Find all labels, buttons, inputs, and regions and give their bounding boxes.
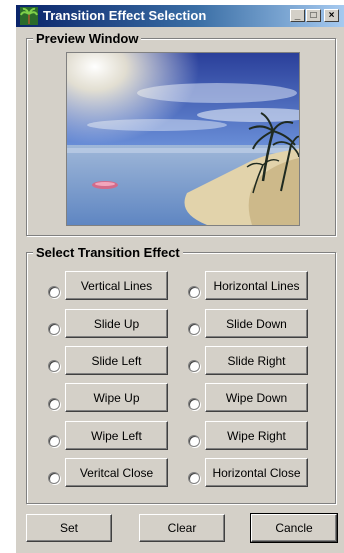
radio-vertical-lines[interactable] — [48, 286, 60, 298]
horizontal-lines-button[interactable]: Horizontal Lines — [205, 271, 308, 300]
radio-horizontal-close[interactable] — [188, 472, 200, 484]
transition-effect-window: Transition Effect Selection _ □ × Previe… — [16, 5, 344, 553]
slide-right-button[interactable]: Slide Right — [205, 346, 308, 375]
vertical-lines-button[interactable]: Vertical Lines — [65, 271, 168, 300]
slide-up-button[interactable]: Slide Up — [65, 309, 168, 338]
wipe-down-button[interactable]: Wipe Down — [205, 383, 308, 412]
radio-wipe-right[interactable] — [188, 435, 200, 447]
radio-slide-down[interactable] — [188, 323, 200, 335]
wipe-up-button[interactable]: Wipe Up — [65, 383, 168, 412]
vertical-close-button[interactable]: Veritcal Close — [65, 458, 168, 487]
preview-image — [66, 52, 300, 226]
radio-horizontal-lines[interactable] — [188, 286, 200, 298]
slide-left-button[interactable]: Slide Left — [65, 346, 168, 375]
title-bar[interactable]: Transition Effect Selection _ □ × — [16, 5, 344, 27]
radio-slide-right[interactable] — [188, 360, 200, 372]
radio-wipe-up[interactable] — [48, 398, 60, 410]
effect-group-label: Select Transition Effect — [33, 245, 183, 260]
radio-slide-up[interactable] — [48, 323, 60, 335]
wipe-left-button[interactable]: Wipe Left — [65, 421, 168, 450]
preview-label: Preview Window — [33, 31, 142, 46]
set-button[interactable]: Set — [26, 514, 112, 542]
maximize-button[interactable]: □ — [306, 9, 321, 22]
wipe-right-button[interactable]: Wipe Right — [205, 421, 308, 450]
window-title: Transition Effect Selection — [43, 8, 207, 23]
radio-wipe-down[interactable] — [188, 398, 200, 410]
palm-tree-icon — [20, 7, 38, 25]
cancel-button[interactable]: Cancle — [250, 513, 338, 543]
clear-button[interactable]: Clear — [139, 514, 225, 542]
radio-slide-left[interactable] — [48, 360, 60, 372]
horizontal-close-button[interactable]: Horizontal Close — [205, 458, 308, 487]
close-button[interactable]: × — [324, 9, 339, 22]
slide-down-button[interactable]: Slide Down — [205, 309, 308, 338]
minimize-button[interactable]: _ — [290, 9, 305, 22]
radio-wipe-left[interactable] — [48, 435, 60, 447]
radio-vertical-close[interactable] — [48, 472, 60, 484]
